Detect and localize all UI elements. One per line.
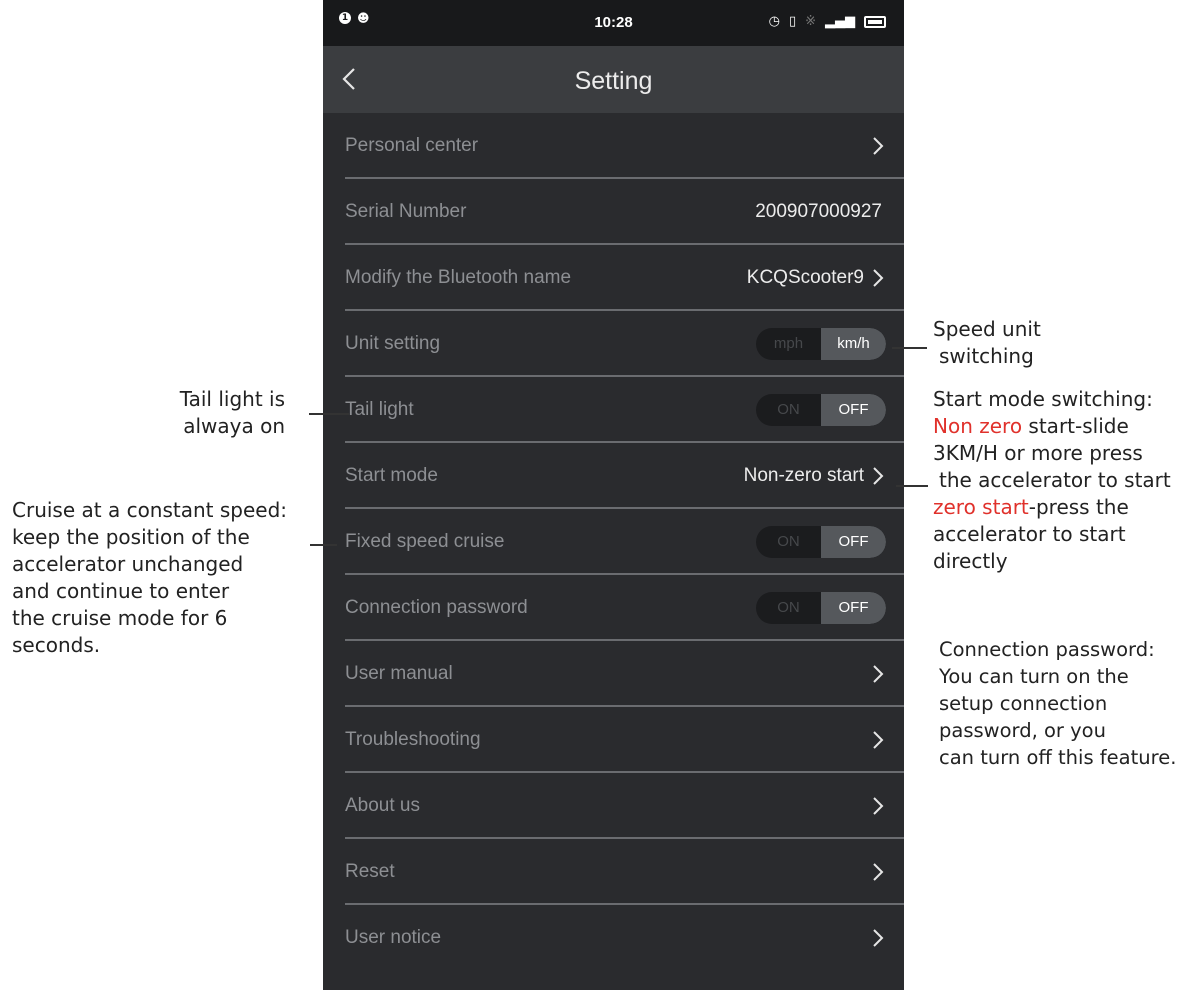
annotation-line: and continue to enter: [12, 579, 230, 603]
toggle-off-option[interactable]: OFF: [821, 526, 886, 558]
annotation-line: Non zero start-slide: [933, 413, 1198, 440]
toggle-off-option[interactable]: OFF: [821, 394, 886, 426]
setting-row-fixed-speed-cruise: Fixed speed cruise ON OFF: [323, 509, 904, 575]
setting-label: Modify the Bluetooth name: [345, 267, 572, 288]
setting-label: Connection password: [345, 597, 528, 618]
battery-icon: [864, 15, 886, 28]
chevron-right-icon: [873, 269, 884, 287]
setting-label: Reset: [345, 861, 395, 882]
toggle-on-option[interactable]: ON: [756, 592, 821, 624]
annotation-line: alwaya on: [183, 414, 285, 438]
setting-label: Unit setting: [345, 333, 441, 354]
setting-label: Serial Number: [345, 201, 467, 222]
annotation-line: Tail light is: [179, 387, 285, 411]
setting-row-user-notice[interactable]: User notice: [323, 905, 904, 971]
annotation-line: 3KM/H or more press: [933, 441, 1143, 465]
setting-row-about-us[interactable]: About us: [323, 773, 904, 839]
chevron-right-icon: [873, 797, 884, 815]
page-title: Setting: [574, 67, 653, 95]
setting-row-troubleshooting[interactable]: Troubleshooting: [323, 707, 904, 773]
cruise-annotation: Cruise at a constant speed: keep the pos…: [12, 497, 312, 659]
start-mode-value: Non-zero start: [743, 465, 864, 486]
toggle-on-option[interactable]: ON: [756, 526, 821, 558]
setting-row-serial-number: Serial Number 200907000927: [323, 179, 904, 245]
setting-row-bluetooth-name[interactable]: Modify the Bluetooth name KCQScooter9: [323, 245, 904, 311]
chevron-right-icon: [873, 929, 884, 947]
setting-row-unit-setting: Unit setting mph km/h: [323, 311, 904, 377]
annotation-line: the cruise mode for 6: [12, 606, 228, 630]
tail-light-annotation: Tail light is alwaya on: [155, 386, 285, 440]
nav-bar: Setting: [323, 46, 904, 113]
serial-number-value: 200907000927: [755, 201, 882, 222]
unit-option-mph[interactable]: mph: [756, 328, 821, 360]
speed-unit-leader-line: [892, 347, 927, 349]
connection-password-toggle[interactable]: ON OFF: [756, 592, 886, 624]
annotation-line: the accelerator to start: [939, 468, 1171, 492]
cruise-toggle[interactable]: ON OFF: [756, 526, 886, 558]
alarm-icon: ◷: [768, 14, 780, 29]
setting-label: Personal center: [345, 135, 479, 156]
zero-start-highlight: zero start: [933, 495, 1029, 519]
annotation-line: You can turn on the: [939, 665, 1129, 688]
chevron-right-icon: [873, 467, 884, 485]
unit-option-kmh[interactable]: km/h: [821, 328, 886, 360]
setting-row-start-mode[interactable]: Start mode Non-zero start: [323, 443, 904, 509]
setting-row-personal-center[interactable]: Personal center: [323, 113, 904, 179]
bluetooth-icon: ※: [805, 14, 816, 29]
setting-label: Fixed speed cruise: [345, 531, 505, 552]
annotation-line: switching: [939, 344, 1034, 368]
setting-row-connection-password: Connection password ON OFF: [323, 575, 904, 641]
annotation-line: accelerator unchanged: [12, 552, 244, 576]
vibrate-icon: ▯: [788, 14, 797, 29]
chevron-right-icon: [873, 665, 884, 683]
chevron-right-icon: [873, 863, 884, 881]
setting-label: User notice: [345, 927, 442, 948]
non-zero-highlight: Non zero: [933, 414, 1023, 438]
annotation-line: zero start-press the: [933, 494, 1198, 521]
setting-row-reset[interactable]: Reset: [323, 839, 904, 905]
connection-password-annotation: Connection password: You can turn on the…: [939, 636, 1201, 771]
setting-row-tail-light: Tail light ON OFF: [323, 377, 904, 443]
start-mode-leader-line: [896, 485, 928, 487]
status-bar: 1 ☻ 10:28 ◷ ▯ ※ ▂▄▆: [323, 0, 904, 46]
setting-row-user-manual[interactable]: User manual: [323, 641, 904, 707]
bluetooth-name-value: KCQScooter9: [746, 267, 864, 288]
toggle-off-option[interactable]: OFF: [821, 592, 886, 624]
annotation-line: password, or you: [939, 719, 1106, 742]
phone-screen: 1 ☻ 10:28 ◷ ▯ ※ ▂▄▆ Setting Personal cen…: [323, 0, 904, 990]
annotation-line: accelerator to start: [933, 522, 1126, 546]
chevron-right-icon: [873, 731, 884, 749]
signal-icon: ▂▄▆: [825, 14, 855, 29]
annotation-line: keep the position of the: [12, 525, 250, 549]
setting-label: Start mode: [345, 465, 438, 486]
annotation-line: Start mode switching:: [933, 387, 1153, 411]
unit-toggle[interactable]: mph km/h: [756, 328, 886, 360]
annotation-text: start-slide: [1022, 414, 1129, 438]
annotation-line: Speed unit: [933, 317, 1041, 341]
setting-label: User manual: [345, 663, 453, 684]
annotation-text: -press the: [1028, 495, 1129, 519]
speed-unit-annotation: Speed unit switching: [933, 316, 1133, 370]
annotation-line: Cruise at a constant speed:: [12, 498, 288, 522]
settings-list: Personal center Serial Number 2009070009…: [323, 113, 904, 971]
toggle-on-option[interactable]: ON: [756, 394, 821, 426]
annotation-line: can turn off this feature.: [939, 746, 1177, 769]
annotation-line: seconds.: [12, 633, 101, 657]
annotation-line: setup connection: [939, 692, 1108, 715]
tail-light-toggle[interactable]: ON OFF: [756, 394, 886, 426]
cruise-leader-line: [310, 544, 337, 546]
tail-light-leader-line: [309, 413, 349, 415]
setting-label: About us: [345, 795, 420, 816]
start-mode-annotation: Start mode switching: Non zero start-sli…: [933, 386, 1198, 575]
setting-label: Troubleshooting: [345, 729, 481, 750]
annotation-line: Connection password:: [939, 638, 1155, 661]
annotation-line: directly: [933, 549, 1008, 573]
chevron-right-icon: [873, 137, 884, 155]
setting-label: Tail light: [345, 399, 414, 420]
